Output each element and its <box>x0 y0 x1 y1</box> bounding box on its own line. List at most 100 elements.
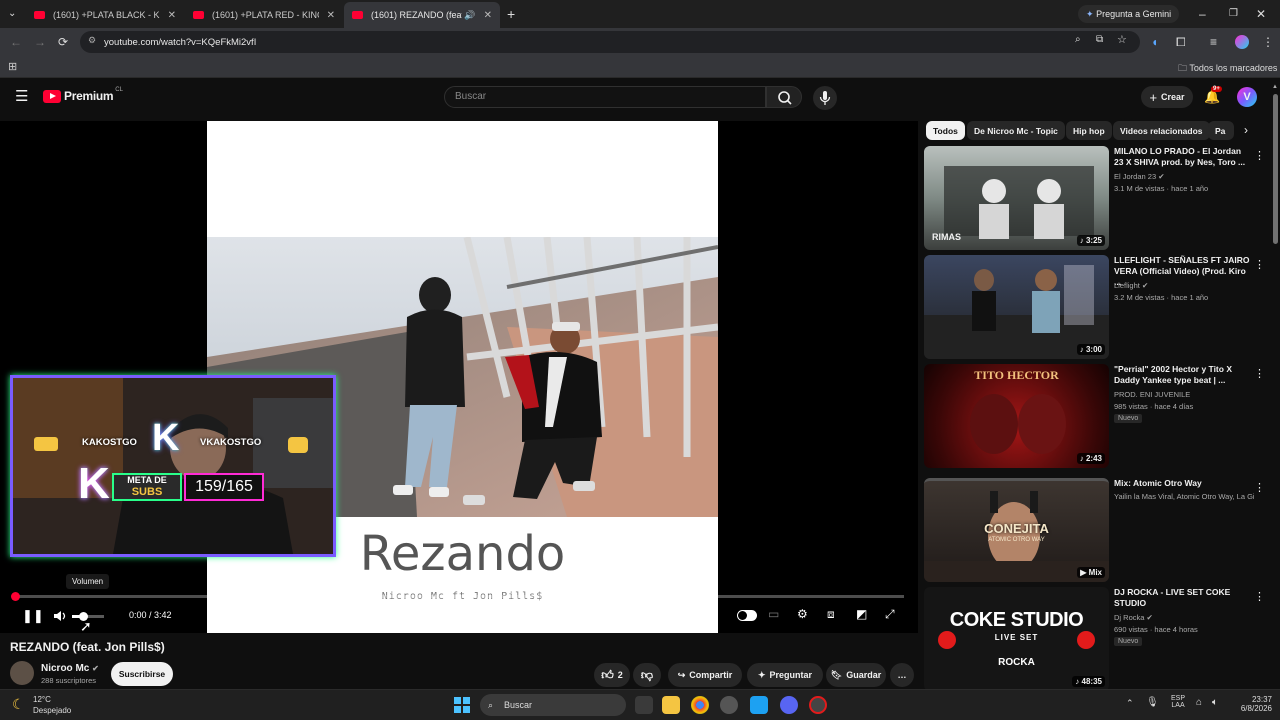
rec-item[interactable]: ♪ 3:00 LLEFLIGHT - SEÑALES FT JAIRO VERA… <box>924 255 1270 359</box>
share-button[interactable]: ↪ Compartir <box>668 663 742 687</box>
taskbar-clock[interactable]: 23:37 6/8/2026 <box>1232 695 1272 713</box>
rec-channel[interactable]: El Jordan 23 ✔ <box>1114 172 1254 181</box>
rec-channel-name[interactable]: El Jordan 23 <box>1114 172 1156 181</box>
url-field[interactable]: ⚙ youtube.com/watch?v=KQeFkMi2vfI ⌕ ⧉ ☆ <box>80 31 1140 53</box>
rec-item[interactable]: TITO HECTOR ♪ 2:43 "Perrial" 2002 Hector… <box>924 364 1270 468</box>
task-view-icon[interactable] <box>635 696 653 714</box>
audio-playing-icon[interactable]: 🔊 <box>464 10 475 21</box>
weather-temp[interactable]: 12°C <box>33 695 51 704</box>
scroll-up-icon[interactable]: ▲ <box>1272 84 1278 90</box>
rec-title[interactable]: MILANO LO PRADO - El Jordan 23 X SHIVA p… <box>1114 146 1252 168</box>
dislike-button[interactable]: 👎︎ <box>633 663 661 687</box>
rec-menu-icon[interactable]: ⋮ <box>1254 481 1265 494</box>
rec-thumbnail[interactable]: TITO HECTOR ♪ 2:43 <box>924 364 1109 468</box>
extensions-puzzle-icon[interactable]: ⧠ <box>1176 28 1186 56</box>
rec-menu-icon[interactable]: ⋮ <box>1254 590 1265 603</box>
rec-thumbnail[interactable]: COKE STUDIO LIVE SET ROCKA ♪ 48:35 <box>924 587 1109 691</box>
gemini-button[interactable]: ✦ Pregunta a Gemini <box>1078 5 1180 23</box>
browser-menu-icon[interactable]: ⋮ <box>1262 28 1274 56</box>
cast-icon[interactable]: ◩ <box>856 607 867 621</box>
like-button[interactable]: 👍︎ 2 <box>594 663 630 687</box>
rec-title[interactable]: "Perrial" 2002 Hector y Tito X Daddy Yan… <box>1114 364 1252 386</box>
rec-item[interactable]: CONEJITA ATOMIC OTRO WAY ▶ Mix Mix: Atom… <box>924 478 1270 582</box>
channel-name[interactable]: Nicroo Mc <box>41 663 89 674</box>
subscribe-button[interactable]: Suscribirse <box>111 662 173 686</box>
windows-start-icon[interactable] <box>454 697 470 713</box>
rec-channel[interactable]: Dj Rocka ✔ <box>1114 613 1254 622</box>
pause-button[interactable]: ❚❚ <box>22 608 44 624</box>
chips-next-icon[interactable]: › <box>1237 121 1255 140</box>
volume-button[interactable] <box>53 609 67 626</box>
scrollbar-thumb[interactable] <box>1273 94 1278 244</box>
miniplayer-icon[interactable]: ⧈ <box>827 607 835 622</box>
rec-channel-name[interactable]: Lleflight <box>1114 281 1140 290</box>
tab-plata-red[interactable]: (1601) +PLATA RED - KING SAV ✕ <box>185 2 343 28</box>
rec-channel-name[interactable]: Dj Rocka <box>1114 613 1144 622</box>
taskbar-search[interactable]: ⌕ Buscar <box>480 694 626 716</box>
rec-thumbnail[interactable]: RIMAS ♪ 3:25 <box>924 146 1109 250</box>
file-explorer-icon[interactable] <box>662 696 680 714</box>
network-icon[interactable]: ⌂ <box>1196 697 1202 708</box>
rec-thumbnail[interactable]: CONEJITA ATOMIC OTRO WAY ▶ Mix <box>924 478 1109 582</box>
rec-title[interactable]: DJ ROCKA - LIVE SET COKE STUDIO <box>1114 587 1252 609</box>
rec-item[interactable]: RIMAS ♪ 3:25 MILANO LO PRADO - El Jordan… <box>924 146 1270 250</box>
rec-menu-icon[interactable]: ⋮ <box>1254 149 1265 162</box>
youtube-premium-logo[interactable]: Premium CL <box>43 87 123 103</box>
media-controls-icon[interactable]: ≡ <box>1210 28 1217 56</box>
apps-grid-icon[interactable]: ⊞ <box>8 60 17 73</box>
tab-search-icon[interactable]: ⌄ <box>8 0 16 28</box>
voice-search-button[interactable] <box>813 86 837 110</box>
fullscreen-icon[interactable]: ⤢ <box>885 607 895 622</box>
tab-rezando[interactable]: (1601) REZANDO (feat. Jon 🔊 ✕ <box>344 2 500 28</box>
video-player[interactable]: Rezando Nicroo Mc ft Jon Pills$ KAKOSTGO… <box>0 121 918 634</box>
more-actions-button[interactable]: … <box>890 663 914 687</box>
install-app-icon[interactable]: ⧉ <box>1096 34 1103 45</box>
chrome-icon[interactable] <box>691 696 709 714</box>
weather-moon-icon[interactable]: ☾ <box>12 696 25 713</box>
rec-channel[interactable]: Lleflight ✔ <box>1114 281 1254 290</box>
search-input[interactable]: Buscar <box>444 86 766 108</box>
zoom-icon[interactable]: ⌕ <box>1075 34 1081 45</box>
tray-chevron-icon[interactable]: ⌃ <box>1126 698 1134 709</box>
close-window-icon[interactable]: ✕ <box>1256 0 1266 28</box>
rec-item[interactable]: COKE STUDIO LIVE SET ROCKA ♪ 48:35 DJ RO… <box>924 587 1270 691</box>
recording-app-icon[interactable] <box>809 696 827 714</box>
feedly-icon[interactable] <box>750 696 768 714</box>
save-button[interactable]: 🔖︎ Guardar <box>826 663 886 687</box>
autoplay-toggle[interactable] <box>737 610 757 621</box>
app-icon[interactable] <box>720 696 738 714</box>
ask-button[interactable]: ✦ Preguntar <box>747 663 823 687</box>
rec-menu-icon[interactable]: ⋮ <box>1254 367 1265 380</box>
speaker-icon[interactable]: 🔈︎ <box>1212 697 1218 708</box>
back-icon[interactable]: ← <box>10 28 22 56</box>
site-info-icon[interactable]: ⚙ <box>88 35 96 46</box>
extension-icon[interactable]: ◖ <box>1151 28 1158 56</box>
rec-menu-icon[interactable]: ⋮ <box>1254 258 1265 271</box>
chip-all[interactable]: Todos <box>926 121 965 140</box>
chip-from-channel[interactable]: De Nicroo Mc - Topic <box>967 121 1065 140</box>
hamburger-menu-icon[interactable]: ☰ <box>15 87 28 105</box>
bookmark-star-icon[interactable]: ☆ <box>1117 33 1127 46</box>
chip-partial[interactable]: Pa <box>1208 121 1234 140</box>
chip-related[interactable]: Videos relacionados <box>1113 121 1210 140</box>
channel-name-row[interactable]: Nicroo Mc ✔ <box>41 663 99 674</box>
all-bookmarks-button[interactable]: 🗀 Todos los marcadores <box>1178 61 1277 77</box>
weather-condition[interactable]: Despejado <box>33 706 71 715</box>
tab-plata-black[interactable]: (1601) +PLATA BLACK - KING S ✕ <box>26 2 184 28</box>
rec-channel[interactable]: PROD. ENI JUVENILE <box>1114 390 1254 399</box>
discord-icon[interactable] <box>780 696 798 714</box>
close-tab-icon[interactable]: ✕ <box>327 10 335 21</box>
chip-hip-hop[interactable]: Hip hop <box>1066 121 1112 140</box>
close-tab-icon[interactable]: ✕ <box>484 10 492 21</box>
subtitles-icon[interactable]: ▭ <box>768 607 779 621</box>
close-tab-icon[interactable]: ✕ <box>168 10 176 21</box>
search-button[interactable] <box>766 86 802 108</box>
minimize-icon[interactable]: – <box>1199 0 1206 28</box>
create-button[interactable]: + Crear <box>1141 86 1193 108</box>
language-indicator[interactable]: ESP LAA <box>1171 695 1185 709</box>
settings-gear-icon[interactable]: ⚙ <box>797 607 808 621</box>
maximize-icon[interactable]: ❐ <box>1229 0 1238 28</box>
progress-scrubber[interactable] <box>11 592 20 601</box>
rec-channel[interactable]: Yailin la Mas Viral, Atomic Otro Way, La… <box>1114 492 1254 501</box>
rec-thumbnail[interactable]: ♪ 3:00 <box>924 255 1109 359</box>
